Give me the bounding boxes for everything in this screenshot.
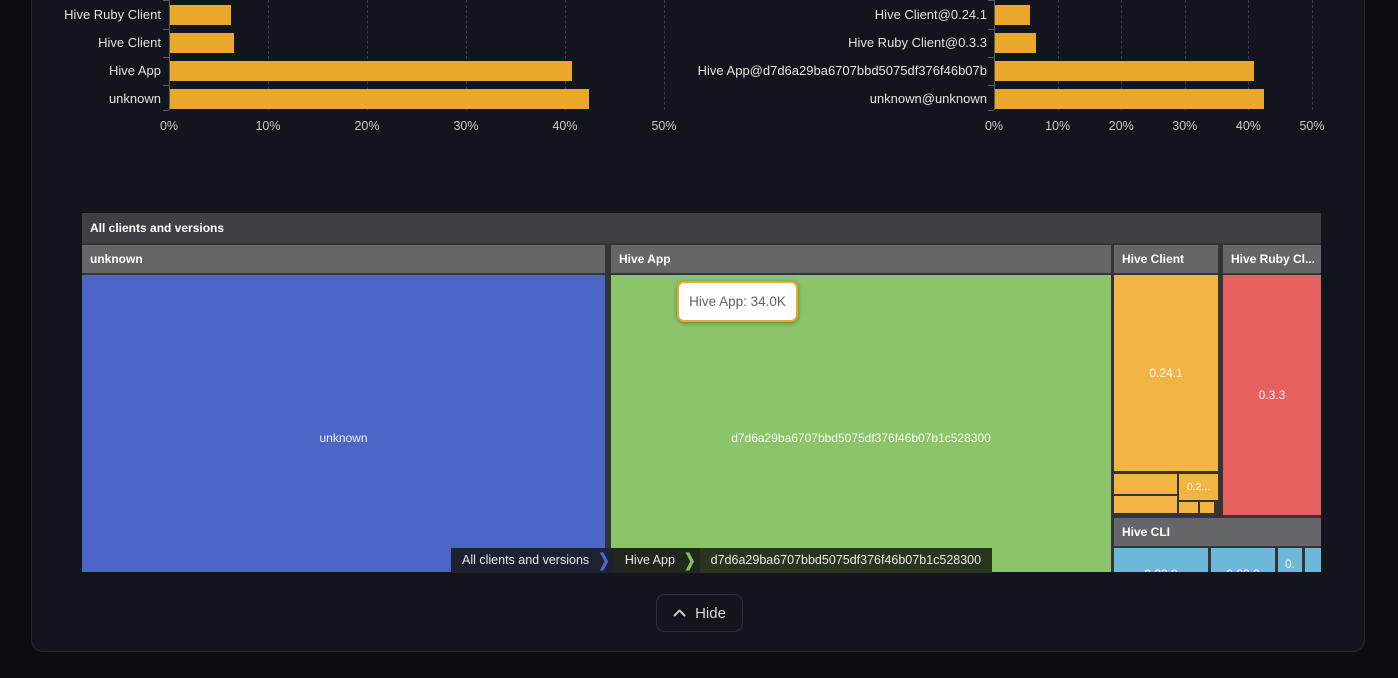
bar-hive-client-0-24-1[interactable] (995, 5, 1030, 25)
y-axis-tick (163, 57, 169, 58)
treemap-breadcrumb: All clients and versions ❯ Hive App ❯ d7… (451, 548, 992, 573)
breadcrumb-item-all-clients-and-versions[interactable]: All clients and versions ❯ (451, 548, 614, 573)
chevron-right-icon: ❯ (598, 545, 610, 576)
treemap-cell-0-23-0[interactable]: 0.23.0 (1114, 548, 1208, 572)
tooltip-text: Hive App: 34.0K (689, 294, 786, 309)
treemap-cell-blank[interactable] (1179, 502, 1198, 513)
breadcrumb-item-hash[interactable]: d7d6a29ba6707bbd5075df376f46b07b1c528300 (700, 548, 992, 573)
x-axis-tick-label: 40% (535, 119, 595, 133)
x-grid-line (1312, 0, 1313, 110)
x-axis-tick-label: 40% (1218, 119, 1278, 133)
treemap-cell-blank[interactable] (1305, 548, 1321, 572)
hide-button[interactable]: Hide (656, 594, 743, 632)
chevron-up-icon (673, 609, 686, 617)
y-axis-tick (988, 57, 994, 58)
treemap-cell-0-3-3[interactable]: 0.3.3 (1223, 275, 1321, 515)
treemap-header-hive-ruby-cl[interactable]: Hive Ruby Cl... (1223, 245, 1321, 273)
breadcrumb-label: d7d6a29ba6707bbd5075df376f46b07b1c528300 (711, 548, 981, 573)
y-axis-label-unknown: unknown (0, 89, 161, 109)
treemap-cell-0-2[interactable]: 0.2... (1179, 474, 1218, 500)
x-grid-line (664, 0, 665, 110)
y-axis-tick (988, 0, 994, 1)
dashboard-panel: 0%10%20%30%40%50%Hive Ruby ClientHive Cl… (31, 0, 1365, 652)
y-axis-tick (163, 0, 169, 1)
treemap-cell-0[interactable]: 0. (1278, 548, 1302, 572)
chevron-right-icon: ❯ (684, 545, 696, 576)
bar-hive-app-d7d6a29ba6707bbd5075df376f46b07[interactable] (995, 61, 1254, 81)
treemap-cell-0-24-1[interactable]: 0.24.1 (1114, 275, 1218, 471)
bar-unknown-unknown[interactable] (995, 89, 1264, 109)
client-versions-bar-chart: 0% 10%20% 30%40% 50% Hive Client@0.24.1 Hive … (672, 0, 1366, 140)
y-axis-tick (988, 85, 994, 86)
treemap-cell-blank[interactable] (1114, 474, 1177, 494)
dashboard-page: { "chart_data": [ { "type": "bar", "orie… (0, 0, 1398, 678)
breadcrumb-item-hive-app[interactable]: Hive App ❯ (614, 548, 700, 573)
bar-hive-ruby-client-0-3-3[interactable] (995, 33, 1036, 53)
breadcrumb-label: Hive App (625, 548, 675, 573)
bar-hive-ruby-client[interactable] (170, 5, 231, 25)
breadcrumb-label: All clients and versions (462, 548, 589, 573)
y-axis-label-hive-ruby-client: Hive Ruby Client (0, 5, 161, 25)
y-axis-tick (163, 110, 169, 111)
y-axis-label-hive-client-0-24-1: Hive Client@0.24.1 (687, 5, 987, 25)
y-axis-label-hive-app-d7d6a29ba6707bbd5075df376f46b07: Hive App@d7d6a29ba6707bbd5075df376f46b07… (687, 61, 987, 81)
x-axis-tick-label: 50% (1282, 119, 1342, 133)
y-axis-tick (163, 85, 169, 86)
x-axis-tick-label: 0% (964, 119, 1024, 133)
y-axis-tick (988, 110, 994, 111)
y-axis-label-hive-client: Hive Client (0, 33, 161, 53)
treemap-header-unknown[interactable]: unknown (82, 245, 605, 273)
y-axis-tick (988, 29, 994, 30)
x-axis-tick-label: 10% (238, 119, 298, 133)
x-axis-tick-label: 0% (139, 119, 199, 133)
y-axis-tick (163, 29, 169, 30)
treemap-header-hive-cli[interactable]: Hive CLI (1114, 518, 1321, 546)
x-axis-tick-label: 20% (337, 119, 397, 133)
treemap-tooltip: Hive App: 34.0K (677, 281, 798, 322)
bar-unknown[interactable] (170, 89, 589, 109)
x-axis-tick-label: 30% (1155, 119, 1215, 133)
treemap-header-hive-client[interactable]: Hive Client (1114, 245, 1218, 273)
y-axis-label-unknown-unknown: unknown@unknown (687, 89, 987, 109)
treemap-cell-blank[interactable] (1114, 496, 1177, 513)
y-axis-label-hive-ruby-client-0-3-3: Hive Ruby Client@0.3.3 (687, 33, 987, 53)
treemap-root-header[interactable]: All clients and versions (82, 213, 1321, 243)
x-axis-tick-label: 10% (1028, 119, 1088, 133)
x-axis-tick-label: 30% (436, 119, 496, 133)
bar-hive-client[interactable] (170, 33, 234, 53)
treemap-cell-unknown[interactable]: unknown (82, 275, 605, 572)
bar-hive-app[interactable] (170, 61, 572, 81)
y-axis-label-hive-app: Hive App (0, 61, 161, 81)
hide-button-label: Hide (695, 605, 726, 622)
treemap-all-clients-and-versions: All clients and versionsunknownHive AppH… (82, 213, 1321, 572)
x-axis-tick-label: 20% (1091, 119, 1151, 133)
treemap-header-hive-app[interactable]: Hive App (611, 245, 1111, 273)
treemap-cell-blank[interactable] (1200, 502, 1214, 513)
treemap-cell-0-23-0[interactable]: 0.23.0 (1211, 548, 1275, 572)
clients-bar-chart: 0%10%20%30%40%50%Hive Ruby ClientHive Cl… (32, 0, 732, 140)
